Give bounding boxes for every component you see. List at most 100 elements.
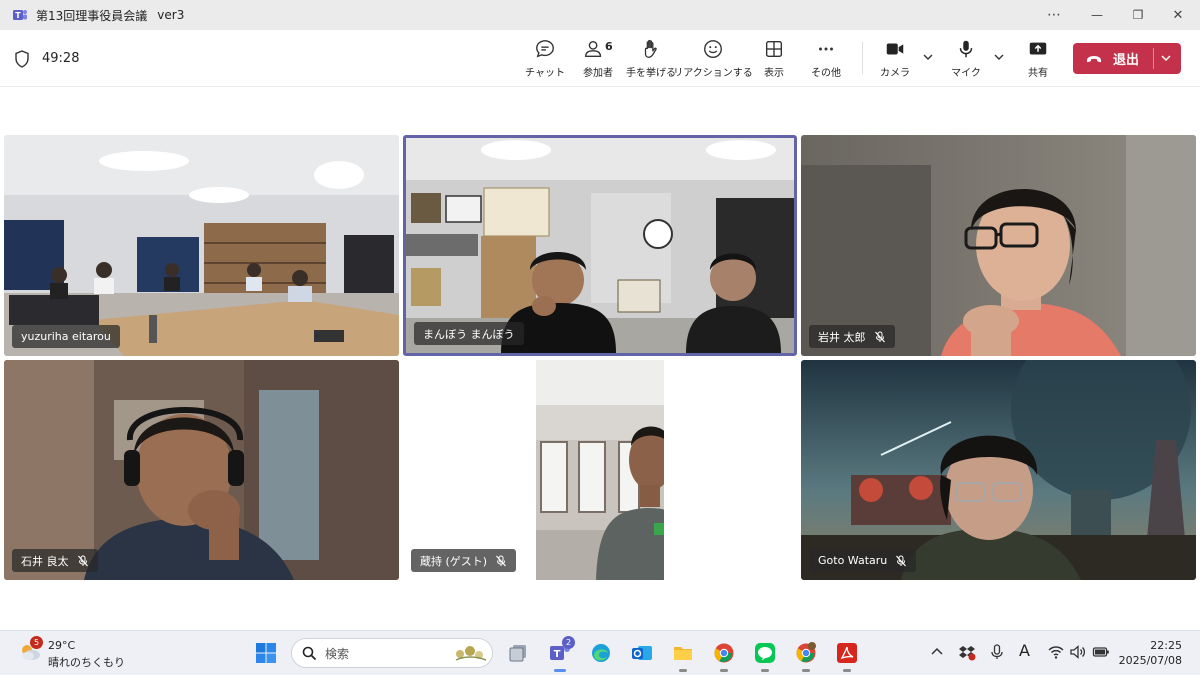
weather-notification-badge: 5 xyxy=(30,636,43,649)
restore-button[interactable]: ❐ xyxy=(1118,0,1158,30)
office-room-video xyxy=(4,135,399,356)
minimize-button[interactable]: — xyxy=(1077,0,1117,30)
leave-options-chevron-icon[interactable] xyxy=(1159,51,1173,65)
wifi-icon[interactable] xyxy=(1047,643,1065,661)
mic-muted-icon xyxy=(496,555,507,566)
share-button[interactable]: 共有 xyxy=(1008,38,1068,82)
video-tile-manbou[interactable]: まんぼう まんぼう xyxy=(403,135,797,356)
show-hidden-icons-chevron-icon[interactable] xyxy=(928,643,946,661)
chrome-taskbar-button[interactable] xyxy=(710,639,738,672)
svg-text:T: T xyxy=(554,649,561,660)
clock-time[interactable]: 22:25 xyxy=(1150,639,1182,652)
participant-name: まんぼう まんぼう xyxy=(423,327,515,341)
dropbox-icon[interactable] xyxy=(958,643,976,661)
teams-active-indicator xyxy=(554,669,566,672)
task-view-button[interactable] xyxy=(504,639,532,667)
acrobat-taskbar-button[interactable] xyxy=(833,639,861,672)
camera-icon xyxy=(886,43,904,55)
search-input[interactable] xyxy=(325,645,435,662)
video-stage: yuzuriha eitarou まんぼう まんぼう 岩井 太郎 石井 良太 蔵… xyxy=(0,88,1200,630)
outlook-taskbar-button[interactable] xyxy=(628,639,656,667)
windows-taskbar: 5 29°C 晴れのちくもり T xyxy=(0,630,1200,675)
more-dots-icon xyxy=(819,47,833,51)
meeting-timer: 49:28 xyxy=(42,51,80,66)
outlook-icon xyxy=(632,646,652,660)
search-highlight-flowers-icon xyxy=(455,646,487,661)
participant-name: 蔵持 (ゲスト) xyxy=(420,554,488,568)
toolbar-divider xyxy=(862,42,863,74)
video-tile-ishii[interactable]: 石井 良太 xyxy=(4,360,399,580)
acrobat-pdf-icon xyxy=(837,643,857,663)
video-tile-iwai[interactable]: 岩井 太郎 xyxy=(801,135,1196,356)
video-tile-goto[interactable]: Goto Wataru xyxy=(801,360,1196,580)
people-icon xyxy=(585,40,602,58)
participant-nameplate: 蔵持 (ゲスト) xyxy=(411,549,517,572)
battery-icon[interactable] xyxy=(1092,643,1110,661)
man-thinking-video xyxy=(801,135,1196,356)
grid-view-icon xyxy=(765,40,783,58)
camera-button[interactable]: カメラ xyxy=(865,38,925,82)
react-label: リアクションする xyxy=(673,68,753,79)
weather-temperature: 29°C xyxy=(48,639,76,652)
search-icon xyxy=(302,646,317,661)
taskbar-search-box[interactable] xyxy=(291,638,493,668)
chat-icon xyxy=(536,40,554,58)
people-icon-wrap: 6 xyxy=(583,38,613,60)
mic-button[interactable]: マイク xyxy=(936,38,996,82)
edge-taskbar-button[interactable] xyxy=(587,639,615,667)
hang-up-phone-icon xyxy=(1087,55,1101,62)
man-scifi-background-video xyxy=(801,360,1196,580)
raise-hand-icon xyxy=(644,39,657,58)
participant-nameplate: まんぼう まんぼう xyxy=(414,322,524,345)
view-button[interactable]: 表示 xyxy=(744,38,804,82)
leave-label: 退出 xyxy=(1113,53,1140,68)
clock-date[interactable]: 2025/07/08 xyxy=(1119,654,1182,667)
chrome-profile-taskbar-button[interactable] xyxy=(792,639,820,672)
participant-name: yuzuriha eitarou xyxy=(21,330,111,343)
participant-name: 石井 良太 xyxy=(21,554,69,568)
chat-button[interactable]: チャット xyxy=(515,38,575,82)
ime-mode-indicator[interactable]: A xyxy=(1019,641,1030,660)
line-taskbar-button[interactable] xyxy=(751,639,779,672)
participant-count: 6 xyxy=(605,40,613,53)
mic-options-chevron-icon[interactable] xyxy=(992,50,1006,64)
participant-name: Goto Wataru xyxy=(818,554,888,567)
mic-muted-icon xyxy=(874,331,885,342)
chrome-profile-icon xyxy=(796,642,816,663)
people-button[interactable]: 6 参加者 xyxy=(568,38,628,82)
title-more-button[interactable]: ⋯ xyxy=(1034,0,1074,30)
man-headphones-video xyxy=(4,360,399,580)
chat-label: チャット xyxy=(525,68,565,79)
man-lobby-video xyxy=(536,360,664,580)
participant-nameplate: 石井 良太 xyxy=(12,549,98,572)
raise-hand-button[interactable]: 手を挙げる xyxy=(621,38,681,82)
leave-button[interactable]: 退出 xyxy=(1073,43,1181,74)
start-button[interactable] xyxy=(252,639,280,667)
share-screen-icon xyxy=(1029,42,1047,55)
microphone-icon xyxy=(959,40,973,58)
close-button[interactable]: ✕ xyxy=(1158,0,1198,30)
folder-icon xyxy=(674,647,692,660)
explorer-running-indicator xyxy=(679,669,687,672)
participant-nameplate: yuzuriha eitarou xyxy=(12,325,120,348)
react-button[interactable]: リアクションする xyxy=(673,38,753,82)
raise-hand-label: 手を挙げる xyxy=(626,68,676,79)
volume-icon[interactable] xyxy=(1069,643,1087,661)
camera-label: カメラ xyxy=(880,68,910,79)
more-button[interactable]: その他 xyxy=(796,38,856,82)
view-label: 表示 xyxy=(764,68,784,79)
windows-logo-icon xyxy=(256,643,276,663)
file-explorer-taskbar-button[interactable] xyxy=(669,639,697,672)
shield-icon xyxy=(15,50,29,68)
video-tile-yuzuriha[interactable]: yuzuriha eitarou xyxy=(4,135,399,356)
camera-options-chevron-icon[interactable] xyxy=(921,50,935,64)
more-label: その他 xyxy=(811,68,841,79)
tray-microphone-icon[interactable] xyxy=(988,643,1006,661)
chrome-icon xyxy=(714,643,734,663)
people-label: 参加者 xyxy=(583,68,613,79)
window-title-version: ver3 xyxy=(157,8,185,22)
video-tile-kuramochi[interactable]: 蔵持 (ゲスト) xyxy=(403,360,797,580)
mic-label: マイク xyxy=(951,68,981,79)
teams-taskbar-button[interactable]: T 2 xyxy=(546,636,575,672)
edge-browser-icon xyxy=(592,644,610,662)
